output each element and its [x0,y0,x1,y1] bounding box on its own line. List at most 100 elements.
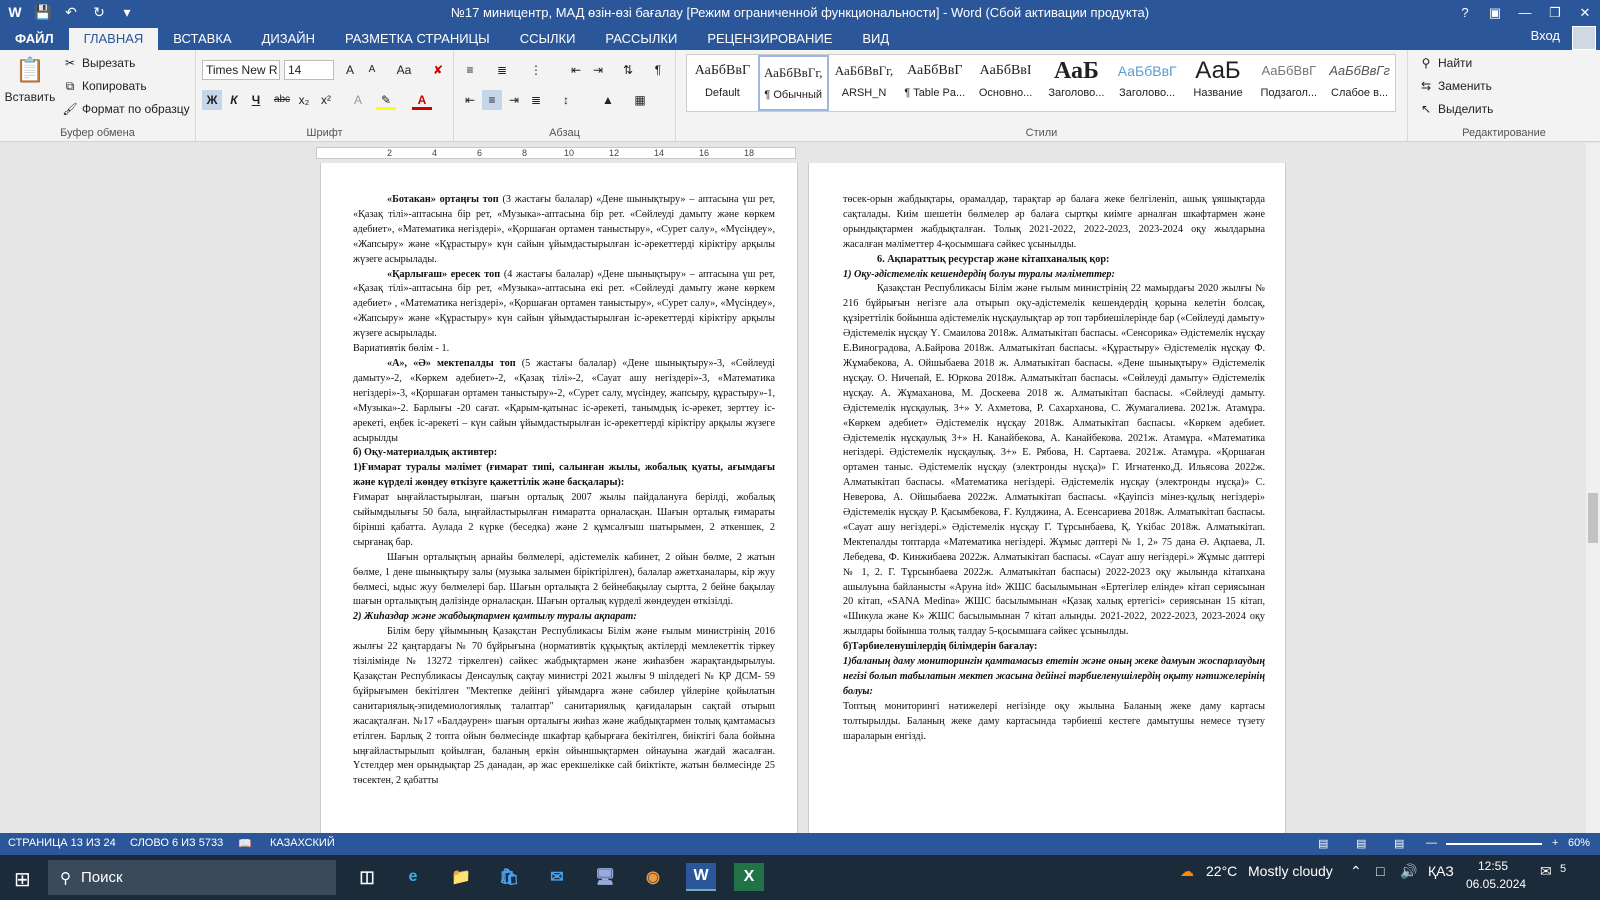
scrollbar-thumb[interactable] [1588,493,1598,543]
line-spacing-icon[interactable]: ↕ [556,90,576,110]
web-layout-icon[interactable]: ▤ [1394,837,1404,850]
print-layout-icon[interactable]: ▤ [1356,837,1366,850]
paragraph[interactable]: 2) Жиһаздар және жабдықтармен қамтылу ту… [353,610,775,625]
style-subtle-emphasis[interactable]: АаБбВвГг Слабое в... [1324,55,1395,111]
ruler-bar[interactable]: 2 4 6 8 10 12 14 16 18 [316,147,796,159]
select-button[interactable]: ↖ Выделить [1418,101,1493,117]
edge-icon[interactable]: e [398,863,428,891]
multilevel-list-icon[interactable]: ⋮ [526,60,546,80]
store-icon[interactable]: 🛍 [494,863,524,891]
paragraph[interactable]: Шағын орталықтың арнайы бөлмелері, әдіст… [353,551,775,611]
zoom-slider[interactable] [1446,843,1542,845]
format-painter-button[interactable]: 🖌 Формат по образцу [62,101,189,117]
excel-app-icon[interactable]: X [734,863,764,891]
paragraph[interactable]: б)Тәрбиеленушілердің білімдерін бағалау: [843,640,1265,655]
show-marks-icon[interactable]: ¶ [648,60,668,80]
paragraph[interactable]: Вариативтік бөлім - 1. [353,342,775,357]
grow-font-button[interactable]: A [340,60,360,80]
minimize-button[interactable]: — [1510,0,1540,26]
sort-icon[interactable]: ⇅ [618,60,638,80]
paragraph[interactable]: 1)баланың даму мониторингін қамтамасыз е… [843,655,1265,700]
weather-temp[interactable]: 22°C [1206,863,1237,879]
tray-chevron-icon[interactable]: ⌃ [1350,863,1362,880]
bold-button[interactable]: Ж [202,90,222,110]
page-right[interactable]: төсек-орын жабдықтары, орамалдар, тарақт… [808,163,1286,833]
tab-view[interactable]: ВИД [847,28,904,50]
text-effects-icon[interactable]: A [348,90,368,110]
align-left-icon[interactable]: ⇤ [460,90,480,110]
highlight-icon[interactable]: ✎ [376,90,396,110]
font-name-field[interactable]: Times New R [202,60,280,80]
paragraph[interactable]: Ғимарат ыңғайластырылған, шағын орталық … [353,491,775,551]
replace-button[interactable]: ⇆ Заменить [1418,78,1492,94]
copy-button[interactable]: ⧉ Копировать [62,78,147,94]
font-size-field[interactable]: 14 [284,60,334,80]
weather-text[interactable]: Mostly cloudy [1248,863,1333,879]
tab-file[interactable]: ФАЙЛ [0,28,69,50]
mail-icon[interactable]: ✉ [542,863,572,891]
tab-mailings[interactable]: РАССЫЛКИ [590,28,692,50]
word-app-icon[interactable]: W [686,863,716,891]
remote-desktop-icon[interactable]: 🖥 [590,863,620,891]
windows-start-icon[interactable]: ⊞ [14,867,31,892]
paragraph[interactable]: Білім беру ұйымының Қазақстан Республика… [353,625,775,789]
vertical-scrollbar[interactable] [1586,143,1600,833]
help-button[interactable]: ? [1450,0,1480,26]
taskbar-search[interactable]: ⚲ Поиск [48,860,336,895]
subscript-button[interactable]: x₂ [294,90,314,110]
notifications-icon[interactable]: ✉ [1540,863,1552,880]
style-table-paragraph[interactable]: АаБбВвГ ¶ Table Pa... [899,55,970,111]
superscript-button[interactable]: x² [316,90,336,110]
change-case-button[interactable]: Aa [390,60,418,80]
page-count[interactable]: СТРАНИЦА 13 ИЗ 24 [8,837,116,849]
proofing-icon[interactable]: 📖 [238,837,252,850]
paragraph[interactable]: «Ботакан» ортаңғы топ (3 жастағы балалар… [353,193,775,268]
increase-indent-icon[interactable]: ⇥ [588,60,608,80]
read-mode-icon[interactable]: ▤ [1318,837,1328,850]
file-explorer-icon[interactable]: 📁 [446,863,476,891]
tab-insert[interactable]: ВСТАВКА [158,28,246,50]
numbering-icon[interactable]: ≣ [492,60,512,80]
paragraph[interactable]: 6. Ақпараттық ресурстар және кітапханалы… [843,253,1265,268]
style-title[interactable]: АаБ Название [1183,55,1254,111]
shrink-font-button[interactable]: A [362,60,382,80]
sign-in-link[interactable]: Вход [1531,28,1560,43]
clock-time[interactable]: 12:55 [1478,859,1508,873]
style-heading-2[interactable]: АаБбВвГ Заголово... [1112,55,1183,111]
zoom-in-icon[interactable]: + [1552,837,1558,849]
paragraph[interactable]: 1) Оқу-әдістемелік кешендердің болуы тур… [843,268,1265,283]
font-color-icon[interactable]: A [412,90,432,110]
weather-icon[interactable]: ☁ [1180,863,1194,880]
network-icon[interactable]: □ [1376,863,1384,879]
avatar[interactable] [1572,26,1596,50]
zoom-out-icon[interactable]: — [1426,837,1437,849]
borders-icon[interactable]: ▦ [630,90,650,110]
task-view-icon[interactable]: ◫ [352,863,382,891]
language-status[interactable]: КАЗАХСКИЙ [270,837,335,849]
paragraph[interactable]: Топтың мониторингі нәтижелері негізінде … [843,700,1265,745]
clear-format-icon[interactable]: ✘ [428,60,448,80]
strikethrough-button[interactable]: abc [272,90,292,110]
find-button[interactable]: ⚲ Найти [1418,55,1473,71]
zoom-level[interactable]: 60% [1568,837,1590,849]
tab-home[interactable]: ГЛАВНАЯ [68,28,159,50]
paste-button[interactable]: 📋 Вставить [5,56,56,104]
volume-icon[interactable]: 🔊 [1400,863,1417,880]
align-right-icon[interactable]: ⇥ [504,90,524,110]
maximize-button[interactable]: ❐ [1540,0,1570,26]
page-right-text[interactable]: төсек-орын жабдықтары, орамалдар, тарақт… [843,193,1265,745]
tab-review[interactable]: РЕЦЕНЗИРОВАНИЕ [692,28,847,50]
justify-icon[interactable]: ≣ [526,90,546,110]
clock-date[interactable]: 06.05.2024 [1466,877,1526,891]
cut-button[interactable]: ✂ Вырезать [62,55,135,71]
paragraph[interactable]: 1)Ғимарат туралы мәлімет (ғимарат типі, … [353,461,775,491]
paragraph[interactable]: «А», «Ә» мектепалды топ (5 жастағы балал… [353,357,775,446]
notification-count[interactable]: 5 [1560,863,1566,875]
style-normal[interactable]: АаБбВвГг, ¶ Обычный [757,55,829,111]
close-button[interactable]: ✕ [1570,0,1600,26]
tab-design[interactable]: ДИЗАЙН [247,28,330,50]
tab-references[interactable]: ССЫЛКИ [505,28,591,50]
paragraph[interactable]: б) Оқу-материалдық активтер: [353,446,775,461]
bullets-icon[interactable]: ≡ [460,60,480,80]
style-default[interactable]: АаБбВвГ Default [687,55,758,111]
